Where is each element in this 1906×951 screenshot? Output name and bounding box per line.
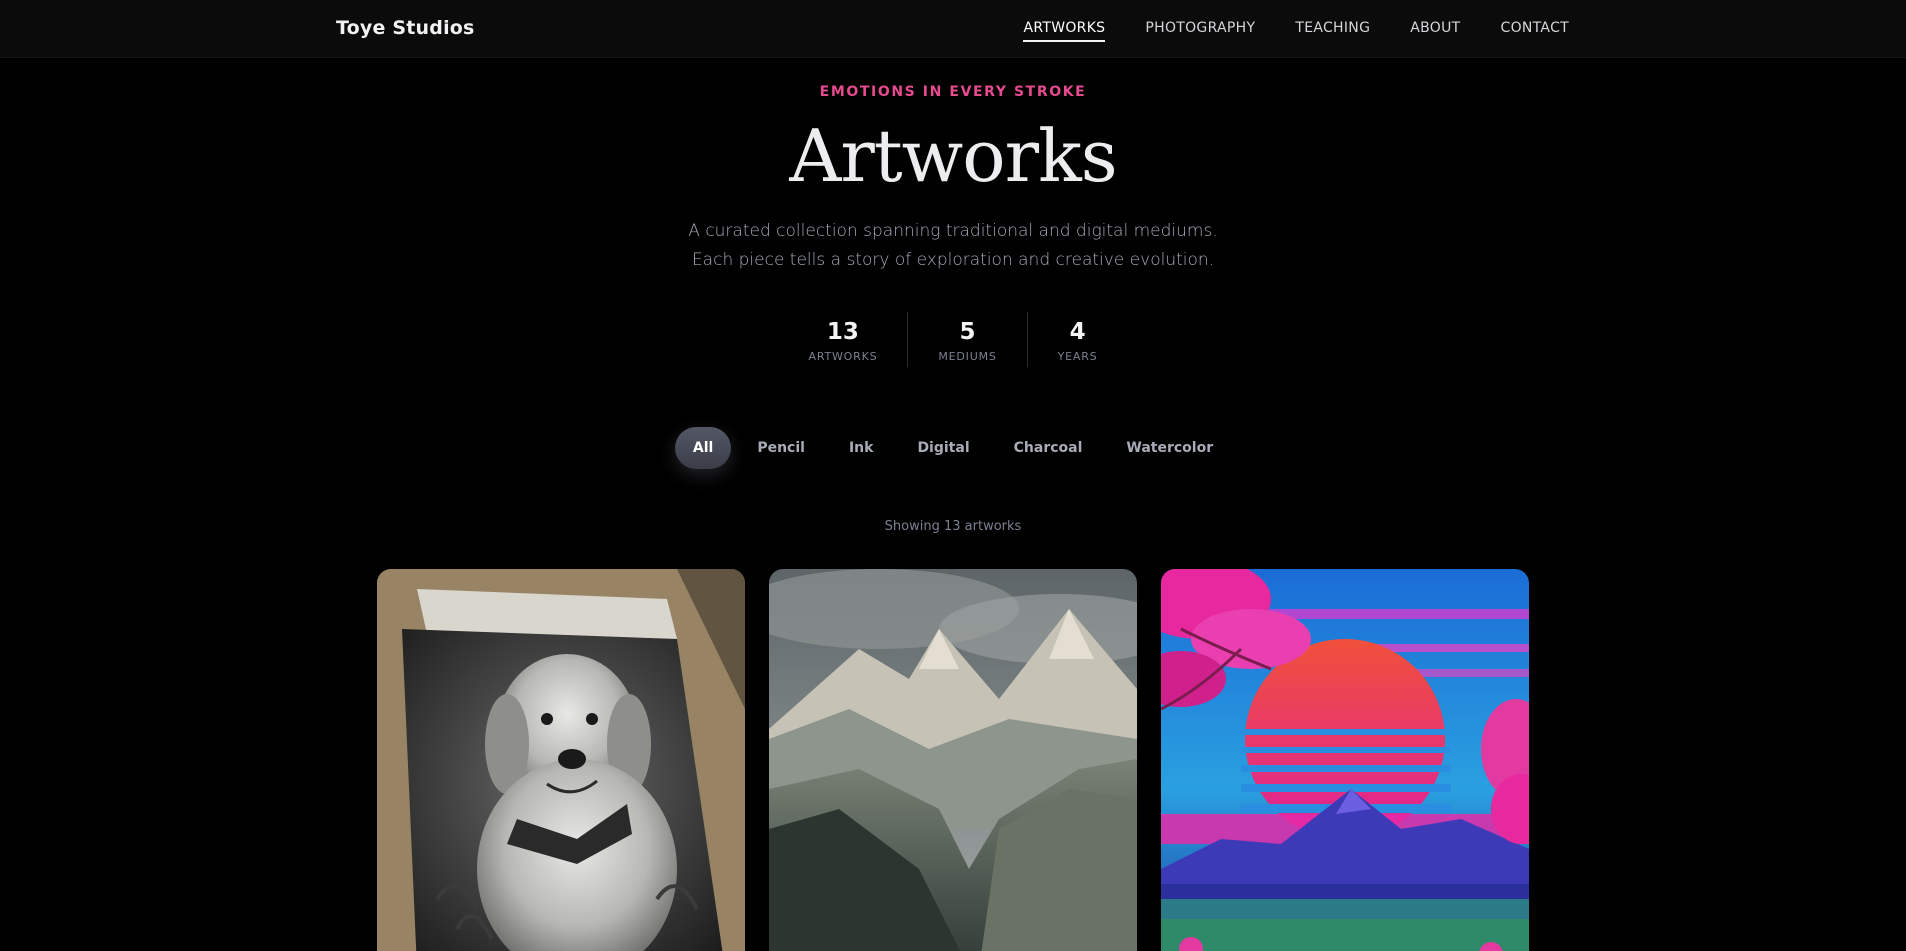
filter-chip-ink[interactable]: Ink — [831, 427, 892, 469]
top-navbar: Toye Studios ARTWORKS PHOTOGRAPHY TEACHI… — [0, 0, 1906, 58]
nav-link-about[interactable]: ABOUT — [1410, 20, 1460, 42]
stats-row: 13 ARTWORKS 5 MEDIUMS 4 YEARS — [0, 312, 1906, 367]
artwork-dog-drawing — [377, 569, 745, 951]
nav-link-contact[interactable]: CONTACT — [1501, 20, 1570, 42]
stat-mediums: 5 MEDIUMS — [907, 312, 1026, 367]
artwork-mountain-painting — [769, 569, 1137, 951]
hero-subtitle: A curated collection spanning traditiona… — [0, 217, 1906, 275]
stat-label: YEARS — [1057, 350, 1098, 363]
stat-years: 4 YEARS — [1026, 312, 1128, 367]
filter-chip-charcoal[interactable]: Charcoal — [996, 427, 1101, 469]
filter-chip-watercolor[interactable]: Watercolor — [1108, 427, 1231, 469]
stat-label: MEDIUMS — [938, 350, 997, 363]
nav-link-teaching[interactable]: TEACHING — [1295, 20, 1370, 42]
stat-artworks: 13 ARTWORKS — [779, 312, 908, 367]
nav-link-photography[interactable]: PHOTOGRAPHY — [1145, 20, 1255, 42]
nav-link-artworks[interactable]: ARTWORKS — [1023, 20, 1106, 42]
brand-logo[interactable]: Toye Studios — [336, 17, 475, 39]
stat-value: 5 — [959, 319, 976, 345]
artwork-card[interactable] — [769, 569, 1137, 951]
filter-chip-all[interactable]: All — [674, 427, 732, 469]
page-title: Artworks — [789, 114, 1117, 198]
artwork-synthwave-sunset — [1161, 569, 1529, 951]
stat-label: ARTWORKS — [808, 350, 878, 363]
results-count: Showing 13 artworks — [884, 519, 1022, 534]
hero-subtitle-line-1: A curated collection spanning traditiona… — [688, 221, 1218, 241]
artwork-gallery — [377, 569, 1529, 951]
stat-value: 13 — [826, 319, 859, 345]
stat-value: 4 — [1069, 319, 1086, 345]
hero-eyebrow: EMOTIONS IN EVERY STROKE — [819, 84, 1087, 100]
hero-subtitle-line-2: Each piece tells a story of exploration … — [691, 250, 1215, 270]
medium-filter-bar: All Pencil Ink Digital Charcoal Watercol… — [0, 427, 1906, 469]
artwork-card[interactable] — [1161, 569, 1529, 951]
nav-links: ARTWORKS PHOTOGRAPHY TEACHING ABOUT CONT… — [1023, 20, 1569, 42]
artwork-card[interactable] — [377, 569, 745, 951]
filter-chip-digital[interactable]: Digital — [899, 427, 987, 469]
filter-chip-pencil[interactable]: Pencil — [739, 427, 823, 469]
